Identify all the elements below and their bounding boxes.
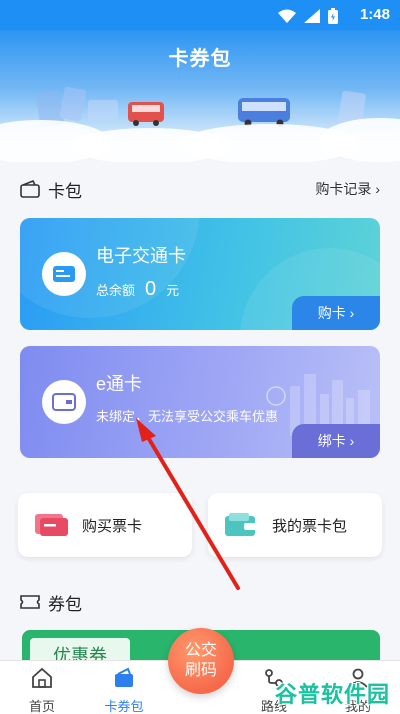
e-card-subtitle: 未绑定，无法享受公交乘车优惠 [96, 409, 279, 424]
header-illustration [0, 86, 400, 162]
e-card-title: e通卡 [96, 374, 143, 394]
tab-home[interactable]: 首页 [12, 667, 72, 714]
balance-unit: 元 [166, 283, 180, 298]
status-time: 1:48 [359, 6, 390, 23]
my-ticket-wallet-label: 我的票卡包 [272, 517, 348, 535]
card-icon [53, 266, 75, 282]
home-icon [32, 667, 52, 688]
balance-value: 0 [145, 278, 157, 300]
e-card-icon [42, 380, 86, 424]
card-icon [52, 393, 76, 411]
fab-line2: 刷码 [184, 662, 217, 679]
bus-qr-code-button[interactable]: 公交 刷码 [168, 628, 234, 694]
card-section-title: 卡包 [48, 181, 82, 201]
purchase-history-link[interactable]: 购卡记录 › [315, 179, 380, 199]
coupon-section-title: 券包 [48, 594, 82, 614]
tab-card-wallet-label: 卡券包 [104, 699, 144, 714]
signal-icon [304, 9, 320, 23]
bind-card-button[interactable]: 绑卡 › [292, 424, 380, 458]
status-bar: 1:48 [0, 0, 400, 30]
battery-icon [328, 8, 338, 24]
buy-ticket-button[interactable]: 购买票卡 [18, 493, 192, 557]
card-section-header: 卡包 购卡记录 › [20, 177, 380, 201]
page-header: 卡券包 [0, 30, 400, 162]
fab-line1: 公交 [184, 642, 217, 659]
wifi-icon [278, 9, 296, 23]
my-ticket-wallet-button[interactable]: 我的票卡包 [208, 493, 382, 557]
buy-card-button[interactable]: 购卡 › [292, 296, 380, 330]
tab-home-label: 首页 [28, 699, 55, 714]
wallet-icon [20, 180, 40, 198]
buy-ticket-label: 购买票卡 [82, 517, 143, 535]
transit-card-icon [42, 252, 86, 296]
ticket-card-icon [35, 514, 68, 536]
bus-red-icon [128, 102, 164, 126]
tab-card-wallet[interactable]: 卡券包 [94, 667, 154, 714]
balance-label: 总余额 [96, 283, 136, 298]
card-wallet-icon [115, 667, 133, 687]
coupon-icon [20, 595, 40, 609]
bus-blue-icon [238, 98, 290, 127]
wallet-icon [225, 513, 256, 536]
transit-card-balance: 总余额 0 元 [96, 278, 179, 301]
coupon-section-header: 券包 [20, 590, 380, 614]
watermark: 谷普软件园 [274, 682, 390, 707]
e-card[interactable]: e通卡 未绑定，无法享受公交乘车优惠 绑卡 › [20, 346, 380, 458]
transit-card[interactable]: 电子交通卡 总余额 0 元 购卡 › [20, 218, 380, 330]
transit-card-title: 电子交通卡 [96, 246, 186, 266]
status-icons [278, 8, 338, 24]
